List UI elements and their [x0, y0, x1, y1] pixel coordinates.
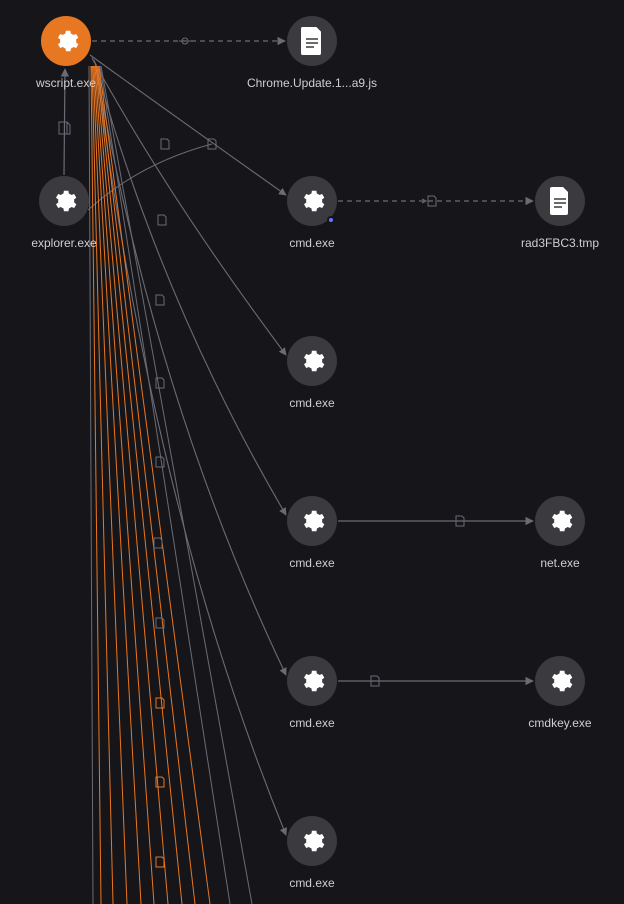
badge-dot	[327, 216, 335, 224]
gear-icon	[51, 188, 77, 214]
file-icon	[300, 27, 324, 55]
node-label: cmd.exe	[289, 236, 334, 250]
file-icon-circle[interactable]	[535, 176, 585, 226]
node-label: rad3FBC3.tmp	[521, 236, 599, 250]
process-icon-circle[interactable]	[39, 176, 89, 226]
node-cmd-3[interactable]: cmd.exe	[252, 496, 372, 570]
process-icon-circle[interactable]	[535, 656, 585, 706]
node-label: cmd.exe	[289, 556, 334, 570]
node-label: cmd.exe	[289, 876, 334, 890]
gear-icon	[547, 668, 573, 694]
node-cmd-1[interactable]: cmd.exe	[252, 176, 372, 250]
process-icon-circle[interactable]	[287, 176, 337, 226]
process-icon-circle[interactable]	[535, 496, 585, 546]
gear-icon	[299, 828, 325, 854]
node-label: cmdkey.exe	[528, 716, 591, 730]
midpoint-icons	[154, 139, 216, 867]
node-cmdkey[interactable]: cmdkey.exe	[500, 656, 620, 730]
process-icon-circle[interactable]	[287, 816, 337, 866]
node-label: explorer.exe	[31, 236, 96, 250]
write-icon	[422, 196, 436, 206]
process-icon-circle[interactable]	[287, 496, 337, 546]
edge-layer	[0, 0, 624, 904]
node-label: cmd.exe	[289, 716, 334, 730]
node-chrome-update-js[interactable]: Chrome.Update.1...a9.js	[252, 16, 372, 90]
node-net[interactable]: net.exe	[500, 496, 620, 570]
node-label: Chrome.Update.1...a9.js	[247, 76, 377, 90]
node-label: cmd.exe	[289, 396, 334, 410]
spawn-icon	[371, 676, 379, 686]
process-icon-circle[interactable]	[287, 336, 337, 386]
node-cmd-4[interactable]: cmd.exe	[252, 656, 372, 730]
gear-icon	[299, 508, 325, 534]
gear-icon	[299, 188, 325, 214]
node-explorer[interactable]: explorer.exe	[4, 176, 124, 250]
node-rad-tmp[interactable]: rad3FBC3.tmp	[500, 176, 620, 250]
node-cmd-5[interactable]: cmd.exe	[252, 816, 372, 890]
node-cmd-2[interactable]: cmd.exe	[252, 336, 372, 410]
edge-wscript-cmd3	[94, 60, 286, 515]
process-icon-circle[interactable]	[287, 656, 337, 706]
node-wscript[interactable]: wscript.exe	[6, 16, 126, 90]
edge-icon	[179, 38, 191, 44]
process-graph-canvas: wscript.exe Chrome.Update.1...a9.js expl…	[0, 0, 624, 904]
spawn-icon	[456, 516, 464, 526]
gear-icon	[53, 28, 79, 54]
node-label: wscript.exe	[36, 76, 96, 90]
gear-icon	[547, 508, 573, 534]
file-icon	[548, 187, 572, 215]
node-label: net.exe	[540, 556, 579, 570]
file-icon-circle[interactable]	[287, 16, 337, 66]
gear-icon	[299, 668, 325, 694]
process-icon-circle[interactable]	[41, 16, 91, 66]
spawn-icon	[59, 122, 70, 134]
gear-icon	[299, 348, 325, 374]
